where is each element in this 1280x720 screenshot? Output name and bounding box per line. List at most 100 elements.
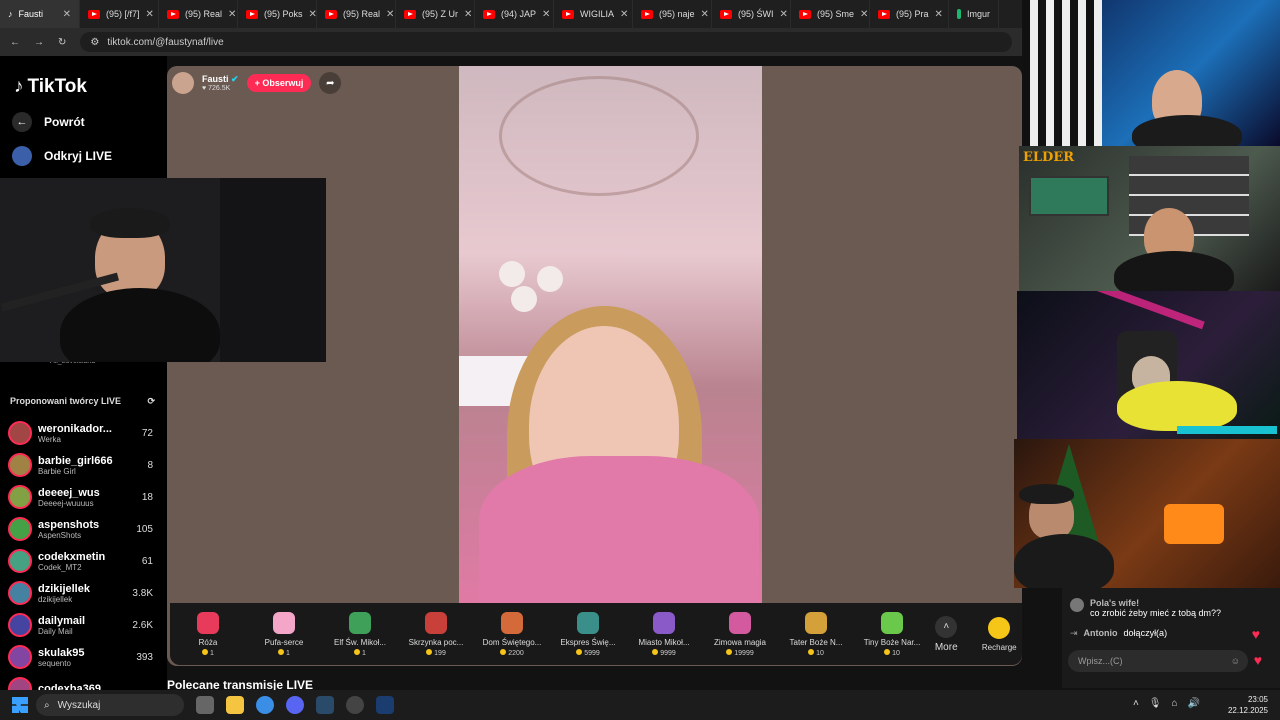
viewer-count: 2.6K	[132, 619, 153, 631]
browser-tab[interactable]: (95) Z Ur ✕	[396, 0, 475, 28]
close-tab-icon[interactable]: ✕	[780, 9, 788, 20]
chat-username[interactable]: Antonio	[1084, 628, 1118, 638]
windows-start-icon[interactable]	[12, 697, 28, 713]
site-info-icon[interactable]: ⚙	[90, 37, 99, 48]
recharge-button[interactable]: Recharge	[977, 616, 1023, 652]
suggested-creator-item[interactable]: codekxmetin Codek_MT2 61	[8, 546, 153, 576]
share-icon[interactable]: ➦	[319, 72, 342, 94]
gift-item[interactable]: Tiny Boże Nar... 10	[854, 611, 930, 657]
browser-tab[interactable]: Imgur	[949, 0, 999, 28]
gift-price: 2200	[500, 648, 524, 657]
gift-item[interactable]: Elf Św. Mikoł... 1	[322, 611, 398, 657]
gift-item[interactable]: Róża 1	[170, 611, 246, 657]
host-avatar[interactable]	[172, 72, 194, 94]
suggested-creator-item[interactable]: dzikijellek dzikijellek 3.8K	[8, 578, 153, 608]
taskbar-search[interactable]: ⌕ Wyszukaj	[36, 694, 184, 716]
browser-tab[interactable]: (94) JAP ✕	[475, 0, 554, 28]
emoji-icon[interactable]: ☺	[1231, 656, 1240, 666]
chat-placeholder: Wpisz...(C)	[1078, 656, 1123, 666]
browser-tab[interactable]: (95) ŚWI ✕	[712, 0, 791, 28]
tab-label: Imgur	[966, 9, 990, 19]
tiktok-logo[interactable]: ♪ TikTok	[14, 76, 87, 98]
close-tab-icon[interactable]: ✕	[63, 9, 71, 20]
follow-button[interactable]: + Obserwuj	[246, 74, 312, 92]
browser-tab[interactable]: (95) Real ✕	[159, 0, 238, 28]
gift-price-value: 1	[286, 649, 290, 657]
address-bar: ← → ↻ ⚙ tiktok.com/@faustynaf/live	[0, 28, 1022, 56]
discord-icon[interactable]	[286, 696, 304, 714]
close-tab-icon[interactable]: ✕	[146, 9, 154, 20]
gift-price: 10	[884, 648, 900, 657]
browser-tab[interactable]: (95) Pra ✕	[870, 0, 949, 28]
close-tab-icon[interactable]: ✕	[860, 9, 868, 20]
discover-live-item[interactable]: Odkryj LIVE	[12, 146, 112, 166]
close-tab-icon[interactable]: ✕	[309, 9, 316, 20]
reload-icon[interactable]: ↻	[58, 37, 66, 48]
browser-tab[interactable]: (95) Real ✕	[317, 0, 396, 28]
close-tab-icon[interactable]: ✕	[542, 9, 550, 20]
creator-avatar	[8, 549, 32, 573]
browser-tab[interactable]: ♪ Fausti ✕	[0, 0, 80, 28]
more-gifts-button[interactable]: ˄ More	[930, 615, 963, 653]
forward-icon[interactable]: →	[34, 37, 44, 48]
gift-item[interactable]: Skrzynka poc... 199	[398, 611, 474, 657]
like-button-heart-icon[interactable]: ♥	[1254, 652, 1262, 668]
browser-tab[interactable]: WIGILIA ✕	[554, 0, 633, 28]
aquarium	[1029, 176, 1109, 216]
close-tab-icon[interactable]: ✕	[701, 9, 709, 20]
gift-item[interactable]: Zimowa magia 19999	[702, 611, 778, 657]
chrome-icon[interactable]	[256, 696, 274, 714]
task-view-icon[interactable]	[196, 696, 214, 714]
browser-tab[interactable]: (95) naje ✕	[633, 0, 712, 28]
suggested-creator-item[interactable]: aspenshots AspenShots 105	[8, 514, 153, 544]
coin-icon	[884, 648, 891, 655]
gift-item[interactable]: Miasto Mikoł... 9999	[626, 611, 702, 657]
close-tab-icon[interactable]: ✕	[386, 9, 394, 20]
youtube-icon	[799, 9, 811, 19]
steam-icon[interactable]	[376, 696, 394, 714]
suggested-creator-item[interactable]: barbie_girl666 Barbie Girl 8	[8, 450, 153, 480]
back-nav-item[interactable]: ← Powrót	[12, 112, 85, 132]
close-tab-icon[interactable]: ✕	[620, 9, 628, 20]
network-icon[interactable]: ⌂	[1172, 698, 1178, 709]
live-video[interactable]	[459, 66, 762, 603]
suggested-creator-item[interactable]: dailymail Daily Mail 2.6K	[8, 610, 153, 640]
viewer-count: 18	[141, 491, 153, 503]
refresh-icon[interactable]: ⟳	[147, 396, 155, 407]
gift-item[interactable]: Pufa-serce 1	[246, 611, 322, 657]
url-field[interactable]: ⚙ tiktok.com/@faustynaf/live	[80, 32, 1012, 52]
volume-icon[interactable]: 🔊	[1188, 698, 1200, 709]
app-icon[interactable]	[316, 696, 334, 714]
suggested-creator-item[interactable]: deeeej_wus Deeeej-wuuuus 18	[8, 482, 153, 512]
back-icon[interactable]: ←	[10, 37, 20, 48]
obs-icon[interactable]	[346, 696, 364, 714]
close-tab-icon[interactable]: ✕	[464, 9, 472, 20]
creator-avatar	[8, 613, 32, 637]
close-tab-icon[interactable]: ✕	[935, 9, 943, 20]
gift-bar: Róża 1 Pufa-serce 1 Elf Św. Mikoł... 1 Skrzynk…	[170, 603, 1022, 665]
microphone-icon[interactable]: 🎙	[1149, 698, 1162, 709]
tab-label: (95) Z Ur	[422, 9, 458, 19]
chevron-up-icon[interactable]: ˄	[1133, 698, 1139, 709]
host-info[interactable]: Fausti ✔ ♥ 726.5K	[202, 74, 239, 92]
arrow-left-icon: ←	[12, 112, 32, 132]
viewer-count: 3.8K	[132, 587, 153, 599]
close-tab-icon[interactable]: ✕	[228, 9, 236, 20]
browser-tab[interactable]: (95) Poks ✕	[238, 0, 317, 28]
viewer-count: 61	[141, 555, 153, 567]
more-label: More	[934, 641, 958, 653]
file-explorer-icon[interactable]	[226, 696, 244, 714]
gift-item[interactable]: Tater Boże N... 10	[778, 611, 854, 657]
gift-item[interactable]: Ekspres Świę... 5999	[550, 611, 626, 657]
suggested-creator-item[interactable]: weronikador... Werka 72	[8, 418, 153, 448]
chat-input[interactable]: Wpisz...(C) ☺	[1068, 650, 1248, 672]
browser-tab[interactable]: (95) Sme ✕	[791, 0, 870, 28]
browser-tab[interactable]: (95) [/f7] ✕	[80, 0, 159, 28]
coin-icon	[726, 648, 733, 655]
suggested-creator-item[interactable]: skulak95 sequento 393	[8, 642, 153, 672]
chat-username[interactable]: Pola's wife!	[1090, 598, 1221, 608]
gift-item[interactable]: Dom Świętego... 2200	[474, 611, 550, 657]
creator-avatar	[8, 645, 32, 669]
youtube-icon	[325, 9, 337, 19]
clock[interactable]: 23:05 22.12.2025	[1228, 694, 1268, 716]
